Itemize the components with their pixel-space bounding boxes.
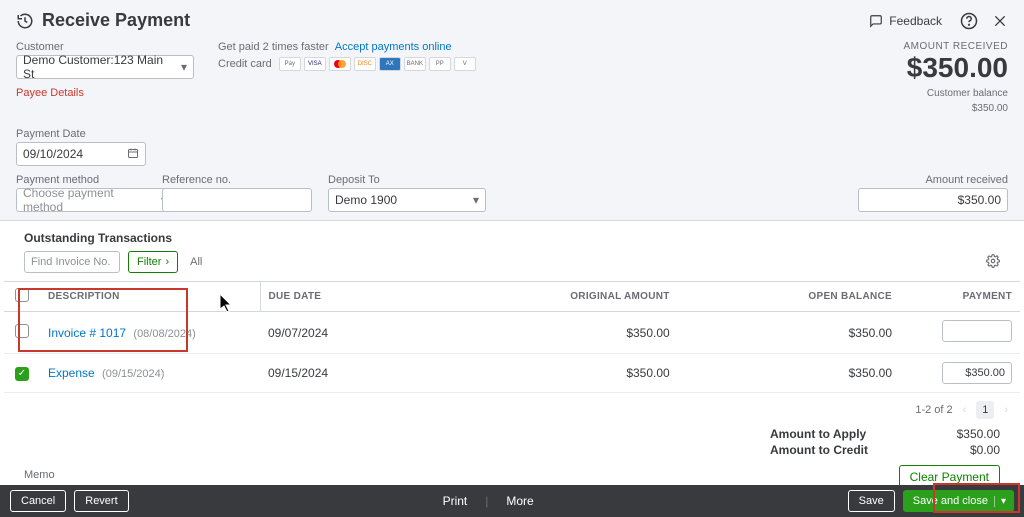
credit-card-label: Credit card <box>218 58 272 70</box>
deposit-to-label: Deposit To <box>328 174 486 186</box>
filter-button[interactable]: Filter › <box>128 251 178 273</box>
amex-icon: AX <box>379 57 401 71</box>
find-invoice-placeholder: Find Invoice No. <box>31 256 110 268</box>
customer-balance-label: Customer balance <box>903 88 1008 99</box>
amount-received-input-value: $350.00 <box>958 193 1001 207</box>
deposit-to-value: Demo 1900 <box>335 193 397 207</box>
amount-to-apply-label: Amount to Apply <box>770 427 890 441</box>
memo-label: Memo <box>24 469 55 481</box>
payment-date-value: 09/10/2024 <box>23 147 83 161</box>
discover-icon: DISC <box>354 57 376 71</box>
history-icon <box>16 12 34 30</box>
payment-date-input[interactable]: 09/10/2024 <box>16 142 146 166</box>
invoice-link[interactable]: Invoice # 1017 <box>48 326 126 340</box>
deposit-to-select[interactable]: Demo 1900 ▾ <box>328 188 486 212</box>
amount-to-apply-value: $350.00 <box>930 427 1000 441</box>
print-link[interactable]: Print <box>443 494 468 508</box>
mastercard-icon <box>329 57 351 71</box>
row-checkbox[interactable] <box>15 324 29 338</box>
table-row[interactable]: ✓ Expense (09/15/2024) 09/15/2024 $350.0… <box>4 354 1020 393</box>
customer-value: Demo Customer:123 Main St <box>23 53 175 81</box>
applepay-icon: Pay <box>279 57 301 71</box>
save-and-close-button[interactable]: Save and close ▾ <box>903 490 1014 512</box>
payee-details-link[interactable]: Payee Details <box>16 87 194 99</box>
col-payment: PAYMENT <box>900 282 1020 312</box>
payment-method-select[interactable]: Choose payment method ▾ <box>16 188 174 212</box>
page-title: Receive Payment <box>42 10 190 31</box>
paypal-icon: PP <box>429 57 451 71</box>
amount-received-field-label: Amount received <box>858 174 1008 186</box>
visa-icon: VISA <box>304 57 326 71</box>
pager-range: 1-2 of 2 <box>915 404 952 416</box>
row-due-date: 09/15/2024 <box>260 354 420 393</box>
expense-date: (09/15/2024) <box>102 368 164 380</box>
select-all-checkbox[interactable] <box>15 288 29 302</box>
payment-date-label: Payment Date <box>16 128 146 140</box>
col-original-amount: ORIGINAL AMOUNT <box>420 282 678 312</box>
row-payment-input[interactable] <box>942 320 1012 342</box>
feedback-button[interactable]: Feedback <box>869 14 942 28</box>
payment-method-placeholder: Choose payment method <box>23 186 155 214</box>
amount-received-input[interactable]: $350.00 <box>858 188 1008 212</box>
amount-received-value: $350.00 <box>903 52 1008 84</box>
venmo-icon: V <box>454 57 476 71</box>
pager-prev[interactable]: ‹ <box>963 404 967 416</box>
pager-next[interactable]: › <box>1004 404 1008 416</box>
more-link[interactable]: More <box>506 494 533 508</box>
find-invoice-input[interactable]: Find Invoice No. <box>24 251 120 273</box>
chevron-down-icon: ▾ <box>467 193 479 207</box>
customer-balance-value: $350.00 <box>903 103 1008 114</box>
calendar-icon <box>127 147 139 162</box>
amount-to-credit-value: $0.00 <box>930 443 1000 457</box>
promo-text: Get paid 2 times faster <box>218 41 329 53</box>
row-open-balance: $350.00 <box>678 312 900 354</box>
chevron-down-icon: ▾ <box>175 60 187 74</box>
amount-to-credit-label: Amount to Credit <box>770 443 890 457</box>
col-open-balance: OPEN BALANCE <box>678 282 900 312</box>
payment-method-label: Payment method <box>16 174 146 186</box>
gear-icon[interactable] <box>986 254 1008 271</box>
row-due-date: 09/07/2024 <box>260 312 420 354</box>
save-close-label: Save and close <box>913 495 988 507</box>
col-description: DESCRIPTION <box>40 282 260 312</box>
reference-no-label: Reference no. <box>162 174 312 186</box>
expense-link[interactable]: Expense <box>48 366 95 380</box>
chevron-right-icon: › <box>165 256 169 268</box>
col-due-date: DUE DATE <box>260 282 420 312</box>
reference-no-input[interactable] <box>162 188 312 212</box>
row-payment-input[interactable]: $350.00 <box>942 362 1012 384</box>
row-original-amount: $350.00 <box>420 312 678 354</box>
row-original-amount: $350.00 <box>420 354 678 393</box>
customer-label: Customer <box>16 41 194 53</box>
feedback-label: Feedback <box>889 14 942 28</box>
filter-all-label: All <box>190 256 202 268</box>
save-button[interactable]: Save <box>848 490 895 512</box>
bank-icon: BANK <box>404 57 426 71</box>
row-open-balance: $350.00 <box>678 354 900 393</box>
outstanding-transactions-heading: Outstanding Transactions <box>0 221 1024 251</box>
cancel-button[interactable]: Cancel <box>10 490 66 512</box>
pager-page[interactable]: 1 <box>976 401 994 419</box>
revert-button[interactable]: Revert <box>74 490 128 512</box>
promo-block: Get paid 2 times faster Accept payments … <box>218 41 476 71</box>
invoice-date: (08/08/2024) <box>133 328 195 340</box>
accept-payments-link[interactable]: Accept payments online <box>335 41 452 53</box>
customer-select[interactable]: Demo Customer:123 Main St ▾ <box>16 55 194 79</box>
row-checkbox[interactable]: ✓ <box>15 367 29 381</box>
close-icon[interactable] <box>992 13 1008 29</box>
filter-label: Filter <box>137 256 161 268</box>
table-row[interactable]: Invoice # 1017 (08/08/2024) 09/07/2024 $… <box>4 312 1020 354</box>
help-icon[interactable] <box>960 12 978 30</box>
chevron-down-icon: ▾ <box>994 496 1006 507</box>
amount-received-label: AMOUNT RECEIVED <box>903 41 1008 52</box>
